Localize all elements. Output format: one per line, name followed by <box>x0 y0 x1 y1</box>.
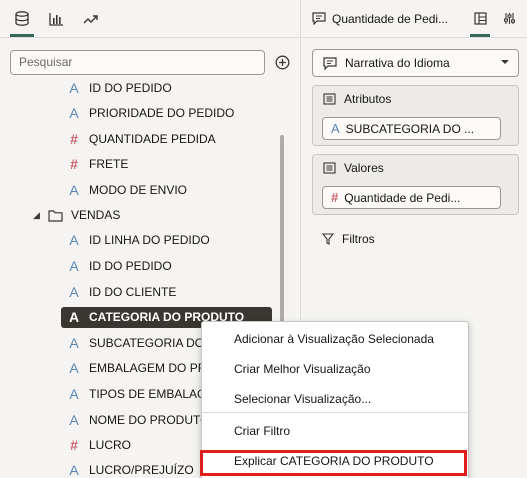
number-type-icon: # <box>70 131 78 147</box>
text-type-icon: A <box>69 462 79 478</box>
list-icon <box>323 93 336 105</box>
text-type-icon: A <box>69 258 79 274</box>
tree-item[interactable]: # FRETE <box>0 151 285 177</box>
text-type-icon: A <box>69 386 79 402</box>
tree-item[interactable]: A ID LINHA DO PEDIDO <box>0 227 285 253</box>
tab-data[interactable] <box>7 0 37 37</box>
filters-label: Filtros <box>342 232 375 246</box>
tree-item[interactable]: A MODO DE ENVIO <box>0 177 285 203</box>
chevron-down-icon <box>501 60 509 64</box>
text-type-icon: A <box>69 284 79 300</box>
tab-grammar[interactable] <box>467 0 493 37</box>
menu-item-create-best-viz[interactable]: Criar Melhor Visualização <box>202 355 470 383</box>
highlight-annotation <box>200 450 467 476</box>
search-input[interactable]: Pesquisar <box>10 50 265 75</box>
text-type-icon: A <box>69 182 79 198</box>
tree-item-label: TIPOS DE EMBALAG <box>89 387 207 401</box>
bar-chart-icon <box>48 12 63 26</box>
divider <box>302 37 527 38</box>
text-type-icon: A <box>69 412 79 428</box>
list-icon <box>323 162 336 174</box>
tree-item-label: ID DO CLIENTE <box>89 285 177 299</box>
grammar-icon <box>473 12 487 25</box>
menu-item-add-to-selected-viz[interactable]: Adicionar à Visualização Selecionada <box>202 325 470 353</box>
attributes-section[interactable]: Atributos A SUBCATEGORIA DO ... <box>312 85 519 146</box>
sliders-icon <box>503 13 515 24</box>
data-icon <box>15 11 29 26</box>
divider <box>0 37 301 38</box>
tree-item-label: ID DO PEDIDO <box>89 259 172 273</box>
tree-item[interactable]: A PRIORIDADE DO PEDIDO <box>0 100 285 126</box>
text-type-icon: A <box>69 335 79 351</box>
tree-item-label: FRETE <box>89 157 129 171</box>
scrollbar[interactable] <box>280 135 284 335</box>
text-type-icon: A <box>68 309 80 325</box>
tree-item[interactable]: # QUANTIDADE PEDIDA <box>0 126 285 152</box>
tree-item-label: ID LINHA DO PEDIDO <box>89 233 210 247</box>
tab-properties[interactable] <box>496 0 522 37</box>
number-type-icon: # <box>70 437 78 453</box>
folder-icon <box>48 210 63 222</box>
attribute-chip[interactable]: A SUBCATEGORIA DO ... <box>322 117 501 140</box>
menu-separator <box>202 412 470 413</box>
filter-icon <box>322 233 334 245</box>
attribute-chip-label: SUBCATEGORIA DO ... <box>345 122 475 136</box>
values-title: Valores <box>344 161 384 175</box>
values-header: Valores <box>323 161 384 175</box>
menu-item-create-filter[interactable]: Criar Filtro <box>202 417 470 445</box>
attributes-header: Atributos <box>323 92 391 106</box>
text-type-icon: A <box>69 80 79 96</box>
tree-folder-label: VENDAS <box>71 208 121 222</box>
caret-down-icon[interactable]: ◢ <box>33 202 40 228</box>
tab-visualization-properties[interactable]: Quantidade de Pedi... <box>302 0 465 37</box>
menu-item-select-viz[interactable]: Selecionar Visualização... <box>202 385 470 413</box>
add-data-button[interactable] <box>272 52 292 72</box>
filters-section[interactable]: Filtros <box>322 232 375 246</box>
text-type-icon: A <box>331 121 340 136</box>
tree-item-label: ID DO PEDIDO <box>89 81 172 95</box>
speech-bubble-icon <box>312 12 326 25</box>
tree-item-label: QUANTIDADE PEDIDA <box>89 132 216 146</box>
tab-visualizations[interactable] <box>41 0 71 37</box>
tree-item[interactable]: A ID DO PEDIDO <box>0 75 285 101</box>
tree-item-label: LUCRO/PREJUÍZO <box>89 463 194 477</box>
value-chip-label: Quantidade de Pedi... <box>344 191 461 205</box>
value-chip[interactable]: # Quantidade de Pedi... <box>322 186 501 209</box>
data-panel-tabs <box>0 0 301 37</box>
number-type-icon: # <box>331 190 339 205</box>
text-type-icon: A <box>69 105 79 121</box>
values-section[interactable]: Valores # Quantidade de Pedi... <box>312 154 519 215</box>
tree-item-label: SUBCATEGORIA DO <box>89 336 205 350</box>
text-type-icon: A <box>69 232 79 248</box>
search-placeholder: Pesquisar <box>19 55 73 69</box>
tree-item[interactable]: A ID DO PEDIDO <box>0 253 285 279</box>
tree-item-label: NOME DO PRODUTO <box>89 413 210 427</box>
tree-item-label: LUCRO <box>89 438 132 452</box>
plus-circle-icon <box>275 55 289 69</box>
tab-analytics[interactable] <box>75 0 105 37</box>
viz-type-value: Narrativa do Idioma <box>345 56 450 70</box>
attributes-title: Atributos <box>344 92 392 106</box>
tree-item-label: EMBALAGEM DO PR <box>89 361 207 375</box>
tree-item[interactable]: A ID DO CLIENTE <box>0 279 285 305</box>
viz-type-dropdown[interactable]: Narrativa do Idioma <box>312 49 519 77</box>
number-type-icon: # <box>70 156 78 172</box>
tree-item-label: PRIORIDADE DO PEDIDO <box>89 106 235 120</box>
tree-item-label: MODO DE ENVIO <box>89 183 188 197</box>
tree-folder-vendas[interactable]: ◢ VENDAS <box>0 202 285 228</box>
speech-bubble-icon <box>323 56 337 70</box>
trend-line-icon <box>83 14 98 23</box>
text-type-icon: A <box>69 360 79 376</box>
tab-title: Quantidade de Pedi... <box>332 11 449 26</box>
